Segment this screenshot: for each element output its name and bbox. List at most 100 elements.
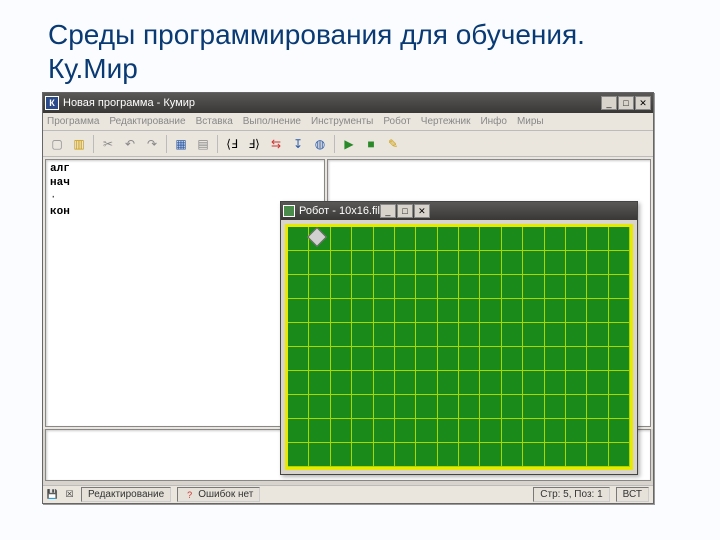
arrows-button[interactable]: ⇆ [266, 134, 286, 154]
grid-cell[interactable] [309, 419, 330, 443]
grid-cell[interactable] [331, 299, 352, 323]
run-button[interactable]: ▶ [339, 134, 359, 154]
grid-cell[interactable] [288, 347, 309, 371]
grid-cell[interactable] [352, 347, 373, 371]
grid-cell[interactable] [395, 443, 416, 467]
grid-cell[interactable] [566, 251, 587, 275]
grid-cell[interactable] [374, 275, 395, 299]
robot-maximize-button[interactable]: □ [397, 204, 413, 218]
grid-cell[interactable] [309, 371, 330, 395]
grid-cell[interactable] [416, 443, 437, 467]
grid-cell[interactable] [545, 419, 566, 443]
grid-cell[interactable] [459, 275, 480, 299]
grid-cell[interactable] [309, 395, 330, 419]
grid-cell[interactable] [545, 251, 566, 275]
grid-cell[interactable] [288, 395, 309, 419]
grid-cell[interactable] [523, 251, 544, 275]
grid-cell[interactable] [523, 419, 544, 443]
grid-cell[interactable] [502, 347, 523, 371]
grid-cell[interactable] [566, 323, 587, 347]
grid-cell[interactable] [566, 443, 587, 467]
grid-cell[interactable] [352, 251, 373, 275]
grid-cell[interactable] [609, 443, 630, 467]
grid-cell[interactable] [331, 347, 352, 371]
grid-cell[interactable] [587, 443, 608, 467]
menu-edit[interactable]: Редактирование [109, 116, 185, 127]
grid-cell[interactable] [480, 299, 501, 323]
grid-cell[interactable] [331, 323, 352, 347]
robot-close-button[interactable]: ✕ [414, 204, 430, 218]
grid-cell[interactable] [438, 347, 459, 371]
grid-cell[interactable] [523, 275, 544, 299]
grid-cell[interactable] [459, 299, 480, 323]
grid-cell[interactable] [352, 275, 373, 299]
grid-cell[interactable] [502, 371, 523, 395]
grid-cell[interactable] [480, 419, 501, 443]
grid-cell[interactable] [502, 443, 523, 467]
grid-cell[interactable] [395, 275, 416, 299]
menu-draftsman[interactable]: Чертежник [421, 116, 471, 127]
menu-tools[interactable]: Инструменты [311, 116, 373, 127]
grid-cell[interactable] [438, 299, 459, 323]
grid-cell[interactable] [459, 347, 480, 371]
grid-cell[interactable] [416, 299, 437, 323]
grid-cell[interactable] [609, 251, 630, 275]
grid-cell[interactable] [459, 371, 480, 395]
grid-cell[interactable] [331, 251, 352, 275]
undo-button[interactable]: ↶ [120, 134, 140, 154]
grid-cell[interactable] [480, 323, 501, 347]
grid-cell[interactable] [416, 347, 437, 371]
grid-cell[interactable] [587, 419, 608, 443]
grid-cell[interactable] [545, 371, 566, 395]
brace-left-button[interactable]: ⟨Ⅎ [222, 134, 242, 154]
grid-cell[interactable] [309, 443, 330, 467]
grid-cell[interactable] [288, 443, 309, 467]
grid-cell[interactable] [502, 251, 523, 275]
grid-cell[interactable] [502, 419, 523, 443]
grid-cell[interactable] [438, 275, 459, 299]
grid-cell[interactable] [352, 419, 373, 443]
grid-cell[interactable] [438, 323, 459, 347]
grid-cell[interactable] [416, 227, 437, 251]
grid-cell[interactable] [416, 371, 437, 395]
step-button[interactable]: ↧ [288, 134, 308, 154]
grid-cell[interactable] [352, 227, 373, 251]
grid-cell[interactable] [374, 347, 395, 371]
grid-cell[interactable] [395, 227, 416, 251]
grid-cell[interactable] [395, 323, 416, 347]
grid-cell[interactable] [331, 443, 352, 467]
grid-cell[interactable] [502, 323, 523, 347]
grid-cell[interactable] [459, 443, 480, 467]
grid-cell[interactable] [374, 395, 395, 419]
grid-cell[interactable] [416, 419, 437, 443]
grid-cell[interactable] [502, 299, 523, 323]
grid-cell[interactable] [331, 371, 352, 395]
grid-cell[interactable] [587, 299, 608, 323]
grid-cell[interactable] [545, 323, 566, 347]
robot-grid[interactable] [285, 224, 633, 470]
grid-cell[interactable] [502, 395, 523, 419]
grid-cell[interactable] [566, 395, 587, 419]
grid-cell[interactable] [438, 443, 459, 467]
grid-cell[interactable] [587, 395, 608, 419]
grid-cell[interactable] [374, 227, 395, 251]
grid-cell[interactable] [395, 347, 416, 371]
grid-cell[interactable] [352, 395, 373, 419]
grid-cell[interactable] [609, 347, 630, 371]
grid-cell[interactable] [609, 419, 630, 443]
grid-cell[interactable] [438, 371, 459, 395]
grid-cell[interactable] [395, 395, 416, 419]
grid-cell[interactable] [480, 395, 501, 419]
grid-cell[interactable] [459, 227, 480, 251]
grid-cell[interactable] [480, 227, 501, 251]
grid-cell[interactable] [331, 227, 352, 251]
grid-cell[interactable] [566, 299, 587, 323]
grid-cell[interactable] [609, 275, 630, 299]
grid-cell[interactable] [374, 299, 395, 323]
redo-button[interactable]: ↷ [142, 134, 162, 154]
grid-cell[interactable] [523, 347, 544, 371]
grid-cell[interactable] [288, 371, 309, 395]
grid-cell[interactable] [288, 299, 309, 323]
grid-cell[interactable] [352, 323, 373, 347]
stop-button[interactable]: ■ [361, 134, 381, 154]
